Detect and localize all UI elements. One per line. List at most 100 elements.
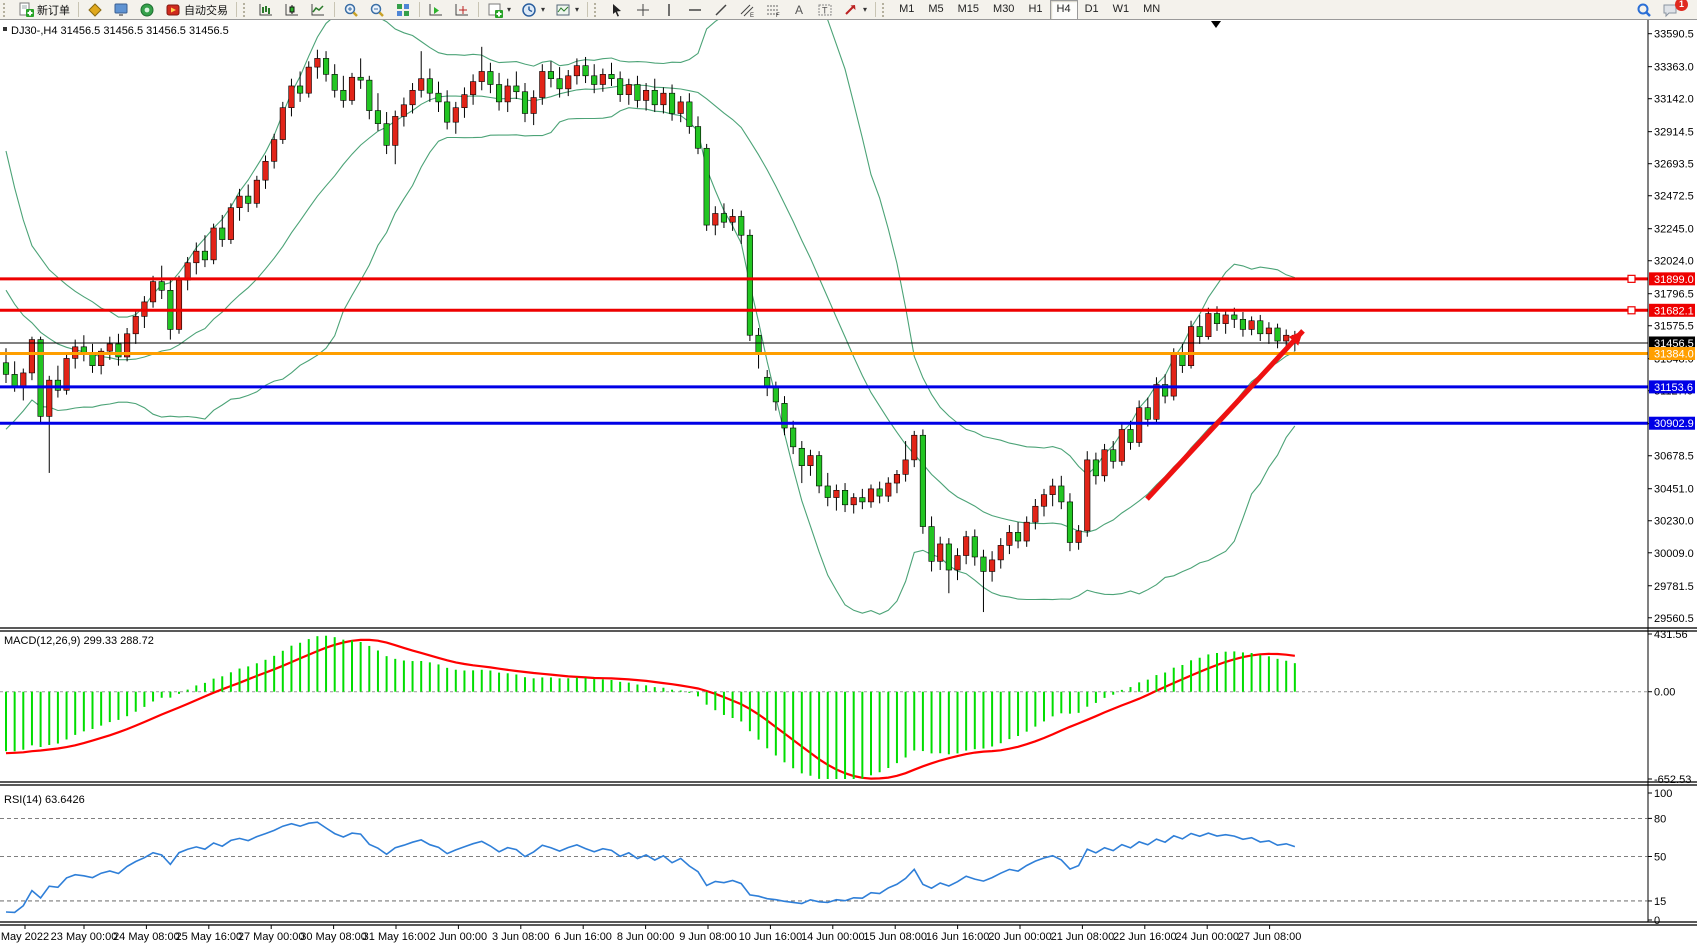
chart-canvas[interactable]: 33590.533363.033142.032914.532693.532472… <box>0 0 1697 946</box>
cursor-tool-button[interactable] <box>604 1 630 18</box>
vertical-line-tool-button[interactable] <box>656 1 682 18</box>
time-axis-label: 20 Jun 00:00 <box>988 931 1052 943</box>
line-price-label: 31682.1 <box>1654 305 1694 317</box>
macd-axis-label: 0.00 <box>1654 687 1675 699</box>
fibonacci-icon: F <box>765 2 781 18</box>
timeframe-button-d1[interactable]: D1 <box>1078 0 1106 20</box>
new-order-icon <box>18 2 34 18</box>
time-axis-label: 31 May 16:00 <box>363 931 430 943</box>
auto-trading-icon <box>165 2 181 18</box>
rsi-axis-label: 15 <box>1654 896 1666 908</box>
zoom-in-icon <box>343 2 359 18</box>
price-tick-label: 32024.0 <box>1654 256 1694 268</box>
time-axis-label: 8 Jun 00:00 <box>617 931 675 943</box>
svg-text:F: F <box>776 13 780 18</box>
clock-icon <box>521 2 537 18</box>
notification-badge: 1 <box>1675 0 1688 11</box>
text-tool-button[interactable]: A <box>786 1 812 18</box>
time-axis-label: 27 May 00:00 <box>238 931 305 943</box>
notifications-button[interactable]: 1 <box>1657 1 1683 18</box>
chart-shift-button[interactable] <box>449 1 475 18</box>
equidistant-channel-icon: E <box>739 2 755 18</box>
timeframe-button-m5[interactable]: M5 <box>921 0 950 20</box>
indicators-button[interactable]: ▾ <box>482 1 516 18</box>
timeframe-button-h1[interactable]: H1 <box>1021 0 1049 20</box>
line-price-label: 31384.0 <box>1654 348 1694 360</box>
time-axis-label: 9 Jun 08:00 <box>679 931 737 943</box>
templates-button[interactable]: ▾ <box>550 1 584 18</box>
arrows-tool-button[interactable]: ▾ <box>838 1 872 18</box>
line-chart-mode-button[interactable] <box>305 1 331 18</box>
candlestick-mode-button[interactable] <box>279 1 305 18</box>
line-price-label: 31899.0 <box>1654 274 1694 286</box>
tile-windows-button[interactable] <box>390 1 416 18</box>
alerts-icon <box>139 2 155 18</box>
price-tick-label: 32245.0 <box>1654 224 1694 236</box>
trendline-tool-button[interactable] <box>708 1 734 18</box>
price-tick-label: 29781.5 <box>1654 581 1694 593</box>
timeframe-button-m1[interactable]: M1 <box>892 0 921 20</box>
arrows-icon <box>843 2 859 18</box>
price-tick-label: 30230.0 <box>1654 516 1694 528</box>
horizontal-line-tool-button[interactable] <box>682 1 708 18</box>
auto-trading-label: 自动交易 <box>184 2 228 18</box>
price-tick-label: 33590.5 <box>1654 29 1694 41</box>
time-axis-label: 23 May 00:00 <box>51 931 118 943</box>
time-axis-label: 27 Jun 08:00 <box>1238 931 1302 943</box>
time-axis-label: 22 Jun 16:00 <box>1113 931 1177 943</box>
search-button[interactable] <box>1631 1 1657 18</box>
cursor-icon <box>609 2 625 18</box>
chart-autoscroll-button[interactable] <box>423 1 449 18</box>
terminal-button[interactable] <box>108 1 134 18</box>
price-tick-label: 32472.5 <box>1654 191 1694 203</box>
timeframe-button-m15[interactable]: M15 <box>951 0 986 20</box>
price-tick-label: 30009.0 <box>1654 548 1694 560</box>
zoom-out-button[interactable] <box>364 1 390 18</box>
time-axis-label: 16 Jun 16:00 <box>926 931 990 943</box>
text-label-tool-button[interactable]: T <box>812 1 838 18</box>
horizontal-line-icon <box>687 2 703 18</box>
svg-text:T: T <box>822 5 828 15</box>
chart-shift-icon <box>454 2 470 18</box>
price-tick-label: 30678.5 <box>1654 451 1694 463</box>
periods-button[interactable]: ▾ <box>516 1 550 18</box>
main-toolbar: 新订单 自动交易 ▾ ▾ ▾ E F A T ▾ M1M5M15M30H1H4D… <box>0 0 1697 20</box>
line-handle <box>1628 275 1635 282</box>
time-axis-label: 21 Jun 08:00 <box>1051 931 1115 943</box>
channel-tool-button[interactable]: E <box>734 1 760 18</box>
new-order-button[interactable]: 新订单 <box>13 1 75 18</box>
profile-icon <box>87 2 103 18</box>
macd-axis-label: 431.56 <box>1654 629 1688 641</box>
time-axis-label: 24 Jun 00:00 <box>1175 931 1239 943</box>
templates-icon <box>555 2 571 18</box>
line-price-label: 31153.6 <box>1654 382 1693 394</box>
bar-chart-mode-button[interactable] <box>253 1 279 18</box>
alerts-button[interactable] <box>134 1 160 18</box>
line-chart-icon <box>310 2 326 18</box>
timeframe-group: M1M5M15M30H1H4D1W1MN <box>892 0 1167 20</box>
toolbar-grip[interactable] <box>3 3 10 17</box>
crosshair-tool-button[interactable] <box>630 1 656 18</box>
macd-axis-label: -652.53 <box>1654 774 1691 786</box>
timeframe-button-mn[interactable]: MN <box>1136 0 1167 20</box>
rsi-label: RSI(14) 63.6426 <box>4 794 85 806</box>
chart-background <box>0 19 1697 946</box>
time-axis-label: May 2022 <box>1 931 49 943</box>
timeframe-button-m30[interactable]: M30 <box>986 0 1021 20</box>
symbol-info: DJ30-,H4 31456.5 31456.5 31456.5 31456.5 <box>3 25 229 37</box>
trendline-icon <box>713 2 729 18</box>
time-axis-label: 3 Jun 08:00 <box>492 931 550 943</box>
macd-label: MACD(12,26,9) 299.33 288.72 <box>4 635 154 647</box>
chart-profile-button[interactable] <box>82 1 108 18</box>
zoom-in-button[interactable] <box>338 1 364 18</box>
timeframe-button-w1[interactable]: W1 <box>1106 0 1137 20</box>
terminal-icon <box>113 2 129 18</box>
auto-trading-button[interactable]: 自动交易 <box>160 1 233 18</box>
time-axis-label: 15 Jun 08:00 <box>863 931 927 943</box>
symbol-ohlc-label: DJ30-,H4 31456.5 31456.5 31456.5 31456.5 <box>11 25 229 37</box>
rsi-axis-label: 0 <box>1654 915 1660 927</box>
timeframe-button-h4[interactable]: H4 <box>1050 0 1078 20</box>
fibonacci-tool-button[interactable]: F <box>760 1 786 18</box>
zoom-out-icon <box>369 2 385 18</box>
tile-windows-icon <box>395 2 411 18</box>
